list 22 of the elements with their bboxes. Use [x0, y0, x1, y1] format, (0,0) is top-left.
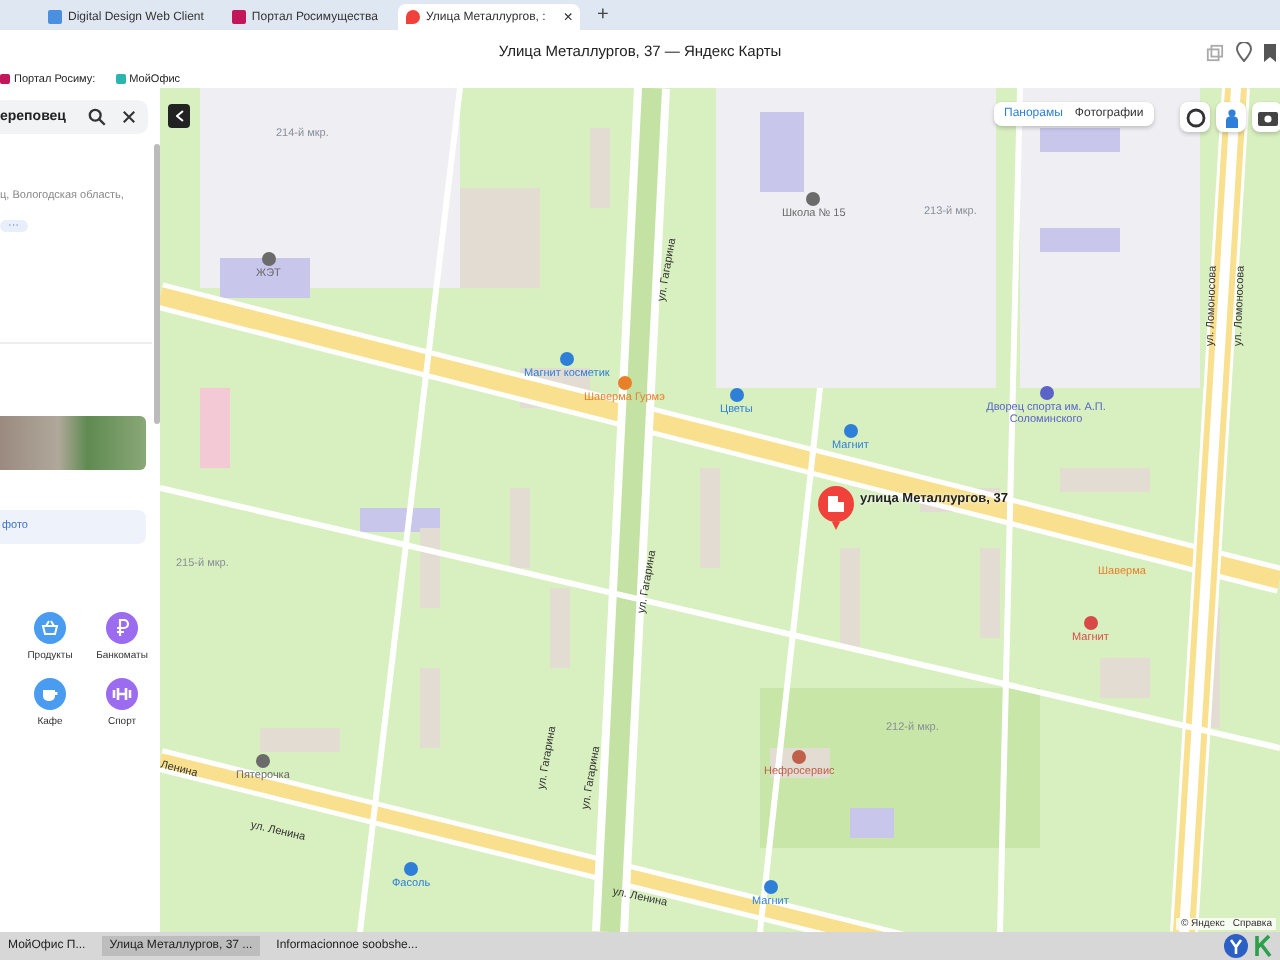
favicon-icon	[48, 10, 62, 24]
favicon-icon	[231, 10, 246, 24]
ring-button[interactable]	[1180, 102, 1210, 132]
bookmark-icon[interactable]	[1264, 43, 1276, 61]
panorama-button[interactable]	[1216, 102, 1246, 132]
caret-icon	[175, 110, 183, 122]
favicon-icon	[0, 74, 10, 84]
copy-icon[interactable]	[1206, 43, 1224, 61]
location-pin-icon[interactable]	[1236, 42, 1252, 62]
building-pin-icon[interactable]	[818, 486, 854, 530]
camera-icon	[1257, 108, 1277, 126]
ring-icon	[1185, 107, 1205, 127]
new-tab-button[interactable]: +	[596, 4, 609, 26]
favicon-icon	[115, 74, 126, 84]
y-logo-icon[interactable]	[1224, 934, 1248, 958]
close-tab-button[interactable]: ×	[563, 8, 573, 26]
collapse-panel-button[interactable]	[168, 104, 190, 128]
search-icon[interactable]	[88, 108, 106, 126]
person-icon	[1221, 107, 1241, 127]
camera-button[interactable]	[1252, 102, 1280, 132]
favicon-icon	[406, 10, 420, 24]
close-icon[interactable]	[122, 110, 136, 124]
